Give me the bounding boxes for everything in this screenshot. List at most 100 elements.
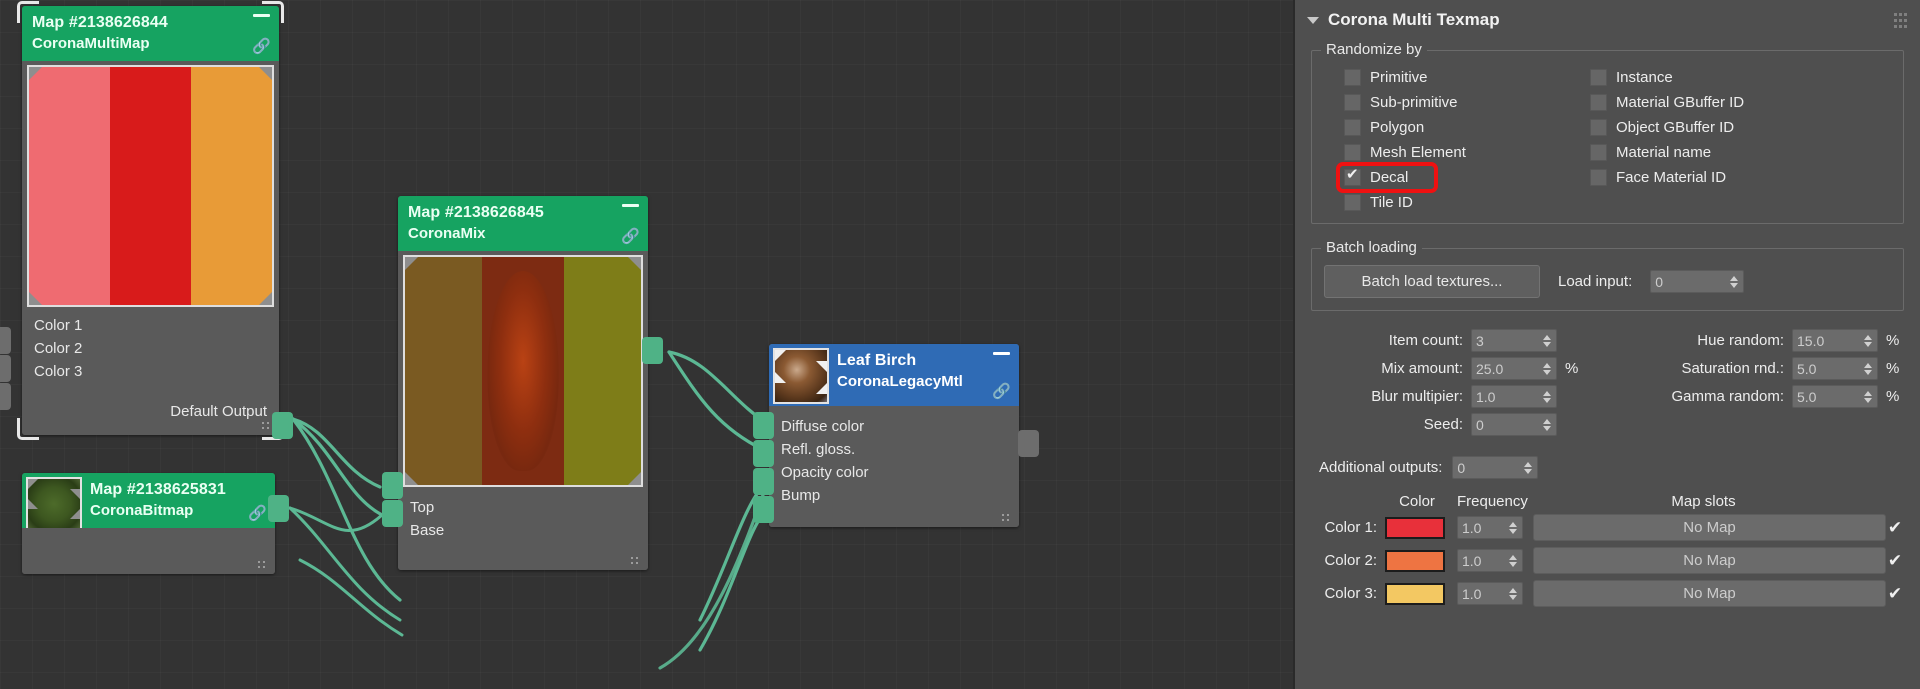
stepper-arrows-icon[interactable] [1507,555,1518,567]
stepper-arrows-icon[interactable] [1728,276,1739,288]
checkbox-face-material-id[interactable] [1590,169,1607,186]
output-socket-material[interactable] [1018,430,1039,457]
stepper-arrows-icon[interactable] [1862,335,1873,347]
frequency-stepper-1[interactable]: 1.0 [1457,516,1523,539]
hue-random-stepper[interactable]: 15.0 [1792,329,1878,352]
param-row-item-count[interactable]: Item count: 3 [1311,329,1579,352]
input-socket-diffuse[interactable] [753,412,774,439]
stepper-arrows-icon[interactable] [1507,522,1518,534]
checkbox-decal[interactable] [1344,169,1361,186]
table-row[interactable]: Color 3: 1.0 No Map ✔ [1311,580,1904,607]
additional-outputs-row[interactable]: Additional outputs: 0 [1319,456,1920,479]
link-icon[interactable]: 🔗 [252,39,271,54]
additional-outputs-stepper[interactable]: 0 [1452,456,1538,479]
node-editor-canvas[interactable]: Map #2138626844 CoronaMultiMap 🔗 Color 1… [0,0,1293,689]
input-socket-bump[interactable] [753,496,774,523]
param-row-hue-random[interactable]: Hue random: 15.0 % [1591,329,1904,352]
input-socket-base[interactable] [382,500,403,527]
stepper-arrows-icon[interactable] [1541,335,1552,347]
checkbox-mesh-element[interactable] [1344,144,1361,161]
panel-grip-icon[interactable] [1894,13,1908,29]
node-leaf-birch[interactable]: Leaf Birch CoronaLegacyMtl 🔗 Diffuse col… [769,344,1019,527]
param-row-mix-amount[interactable]: Mix amount: 25.0 % [1311,357,1579,380]
input-socket-refl-gloss[interactable] [753,440,774,467]
node-input-row[interactable]: Bump [769,484,1019,507]
checkbox-row-polygon[interactable]: Polygon [1344,115,1584,140]
input-socket-top[interactable] [382,472,403,499]
saturation-rnd-stepper[interactable]: 5.0 [1792,357,1878,380]
batch-load-textures-button[interactable]: Batch load textures... [1324,265,1540,298]
node-input-row[interactable]: Refl. gloss. [769,438,1019,461]
checkbox-row-instance[interactable]: Instance [1590,65,1893,90]
param-row-seed[interactable]: Seed: 0 [1311,413,1579,436]
gamma-random-stepper[interactable]: 5.0 [1792,385,1878,408]
frequency-stepper-3[interactable]: 1.0 [1457,582,1523,605]
checkbox-material-name[interactable] [1590,144,1607,161]
checkbox-material-gbuffer-id[interactable] [1590,94,1607,111]
checkbox-primitive[interactable] [1344,69,1361,86]
node-output-row[interactable]: Default Output [22,383,279,423]
checkbox-sub-primitive[interactable] [1344,94,1361,111]
color-swatch-1[interactable] [1385,517,1445,539]
checkbox-row-material-name[interactable]: Material name [1590,140,1893,165]
stepper-arrows-icon[interactable] [1862,391,1873,403]
checkbox-polygon[interactable] [1344,119,1361,136]
checkbox-instance[interactable] [1590,69,1607,86]
node-input-row[interactable]: Base [398,519,648,542]
stepper-arrows-icon[interactable] [1522,462,1533,474]
output-socket-default[interactable] [272,412,293,439]
checkbox-row-face-material-id[interactable]: Face Material ID [1590,165,1893,190]
param-row-saturation-rnd[interactable]: Saturation rnd.: 5.0 % [1591,357,1904,380]
input-socket-color2[interactable] [0,355,11,382]
color-swatch-3[interactable] [1385,583,1445,605]
checkbox-row-tile-id[interactable]: Tile ID [1344,190,1584,215]
checkbox-row-object-gbuffer-id[interactable]: Object GBuffer ID [1590,115,1893,140]
stepper-arrows-icon[interactable] [1541,391,1552,403]
map-slot-button-3[interactable]: No Map [1533,580,1886,607]
checkbox-row-primitive[interactable]: Primitive [1344,65,1584,90]
stepper-arrows-icon[interactable] [1541,419,1552,431]
node-coronamix[interactable]: Map #2138626845 CoronaMix 🔗 Top Base [398,196,648,570]
minimize-icon[interactable] [993,352,1010,355]
load-input-stepper[interactable]: 0 [1650,270,1744,293]
node-input-row[interactable]: Top [398,496,648,519]
node-input-row[interactable]: Color 3 [22,360,279,383]
node-coronamultimap[interactable]: Map #2138626844 CoronaMultiMap 🔗 Color 1… [22,6,279,435]
item-count-stepper[interactable]: 3 [1471,329,1557,352]
stepper-arrows-icon[interactable] [1862,363,1873,375]
stepper-arrows-icon[interactable] [1507,588,1518,600]
output-socket-bitmap[interactable] [268,495,289,522]
node-header[interactable]: Leaf Birch CoronaLegacyMtl 🔗 [769,344,1019,406]
map-enable-checkmark-1[interactable]: ✔ [1886,518,1904,538]
map-slot-button-1[interactable]: No Map [1533,514,1886,541]
minimize-icon[interactable] [622,204,639,207]
input-socket-color3[interactable] [0,383,11,410]
resize-grip-icon[interactable] [1002,514,1013,522]
node-header[interactable]: Map #2138625831 CoronaBitmap 🔗 [22,473,275,528]
node-header[interactable]: Map #2138626844 CoronaMultiMap 🔗 [22,6,279,61]
input-socket-opacity[interactable] [753,468,774,495]
map-enable-checkmark-3[interactable]: ✔ [1886,584,1904,604]
checkbox-row-decal[interactable]: Decal [1344,165,1584,190]
node-input-row[interactable]: Color 1 [22,314,279,337]
seed-stepper[interactable]: 0 [1471,413,1557,436]
triangle-down-icon[interactable] [1307,17,1319,24]
link-icon[interactable]: 🔗 [621,229,640,244]
frequency-stepper-2[interactable]: 1.0 [1457,549,1523,572]
link-icon[interactable]: 🔗 [992,384,1011,399]
map-slot-button-2[interactable]: No Map [1533,547,1886,574]
input-socket-color1[interactable] [0,327,11,354]
param-row-gamma-random[interactable]: Gamma random: 5.0 % [1591,385,1904,408]
node-coronabitmap[interactable]: Map #2138625831 CoronaBitmap 🔗 [22,473,275,574]
link-icon[interactable]: 🔗 [248,506,267,521]
map-enable-checkmark-2[interactable]: ✔ [1886,551,1904,571]
color-swatch-2[interactable] [1385,550,1445,572]
checkbox-object-gbuffer-id[interactable] [1590,119,1607,136]
table-row[interactable]: Color 1: 1.0 No Map ✔ [1311,514,1904,541]
blur-multiplier-stepper[interactable]: 1.0 [1471,385,1557,408]
checkbox-tile-id[interactable] [1344,194,1361,211]
node-input-row[interactable]: Color 2 [22,337,279,360]
minimize-icon[interactable] [253,14,270,17]
node-input-row[interactable]: Diffuse color [769,415,1019,438]
mix-amount-stepper[interactable]: 25.0 [1471,357,1557,380]
